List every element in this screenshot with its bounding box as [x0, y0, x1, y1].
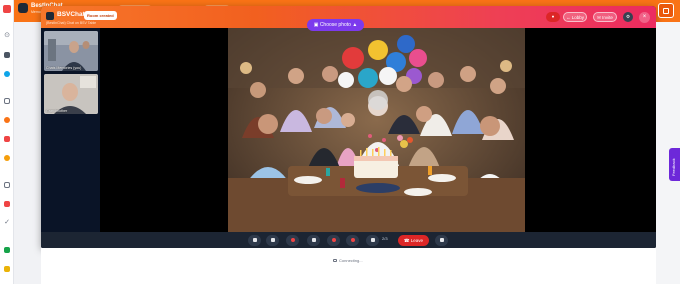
connection-status: Connecting... [333, 258, 363, 263]
notes-icon [439, 238, 444, 242]
screen-share-button[interactable] [307, 234, 320, 246]
connecting-text: Connecting... [339, 258, 363, 263]
invite-label: Invite [602, 15, 613, 20]
mic-off-button[interactable] [346, 234, 359, 246]
pause-button[interactable] [266, 234, 279, 246]
share-icon[interactable] [2, 134, 12, 144]
participant-name: Chats Memories (you) [46, 66, 82, 70]
panel-toggle-button[interactable] [658, 3, 674, 18]
lobby-label: Lobby [571, 15, 585, 20]
participant-tile-self[interactable]: Chats Memories (you) [44, 31, 98, 71]
choose-photo-button[interactable]: ▣ Choose photo ▲ [307, 19, 364, 31]
participant-name: Grandmother [46, 109, 68, 113]
record-control-button[interactable] [286, 234, 299, 246]
settings-icon[interactable]: ⚙ [623, 12, 633, 22]
status-badge: Room created [84, 11, 117, 20]
coin-icon[interactable] [2, 153, 12, 163]
wallet-icon[interactable] [2, 264, 12, 274]
camera-off-button[interactable] [327, 234, 340, 246]
shared-photo[interactable] [228, 28, 525, 232]
participant-video-self [44, 31, 98, 71]
panel-icon [663, 7, 669, 14]
globe-icon[interactable] [2, 69, 12, 79]
pointer-icon [252, 238, 257, 242]
chevron-up-icon: ▲ [352, 22, 358, 28]
leave-button[interactable]: ☎ Leave [398, 234, 429, 246]
choose-photo-label: Choose photo [319, 22, 351, 28]
pause-icon [270, 238, 275, 242]
participant-list: Chats Memories (you) Grandmother [41, 28, 100, 232]
camera-off-icon [331, 238, 336, 242]
participant-video [44, 74, 98, 114]
message-icon[interactable] [2, 96, 12, 106]
video-chat-modal: BSVChat Room created (BestInChat) Chat o… [41, 6, 656, 248]
close-button[interactable]: × [639, 12, 650, 23]
record-button[interactable]: ● [546, 12, 560, 22]
left-rail: ⊙ ✓ [0, 0, 14, 284]
leave-label: Leave [410, 237, 424, 243]
logo-icon[interactable] [2, 4, 12, 14]
modal-logo-icon [46, 12, 54, 20]
phone-icon[interactable] [2, 115, 12, 125]
birthday-party-photo [228, 28, 525, 232]
pointer-button[interactable] [248, 234, 261, 246]
modal-title: BSVChat [57, 11, 85, 18]
image-icon: ▣ [313, 22, 319, 28]
calendar-icon[interactable] [2, 180, 12, 190]
video-area: Chats Memories (you) Grandmother [41, 28, 656, 232]
participant-tile[interactable]: Grandmother [44, 74, 98, 114]
feedback-tab[interactable]: Feedback [669, 148, 680, 181]
chat-panel: Connecting... [41, 248, 656, 284]
record-icon [290, 238, 295, 242]
check-icon[interactable]: ✓ [2, 218, 12, 228]
call-controls: 2/3 ☎ Leave [41, 232, 656, 248]
mic-off-icon [350, 238, 355, 242]
chat-icon[interactable] [2, 50, 12, 60]
phone-hangup-icon: ☎ [403, 237, 410, 243]
page-indicator: 2/3 [382, 236, 388, 241]
megaphone-icon[interactable] [2, 199, 12, 209]
expand-icon [370, 238, 375, 242]
feedback-label: Feedback [671, 158, 676, 176]
pin-icon[interactable]: ⊙ [2, 31, 12, 41]
screen-icon [311, 238, 316, 242]
lobby-button[interactable]: ↔ Lobby [563, 12, 587, 22]
expand-button[interactable] [366, 234, 379, 246]
app-logo [18, 3, 28, 13]
invite-button[interactable]: ✉ Invite [593, 12, 617, 22]
modal-subtitle: (BestInChat) Chat on BSV Table [46, 21, 97, 25]
app-root: ⊙ ✓ BestInChat Memorable moments BSVChat… [0, 0, 680, 284]
chat-bubble-icon [333, 259, 337, 263]
user-add-icon[interactable] [2, 245, 12, 255]
notes-button[interactable] [435, 234, 448, 246]
